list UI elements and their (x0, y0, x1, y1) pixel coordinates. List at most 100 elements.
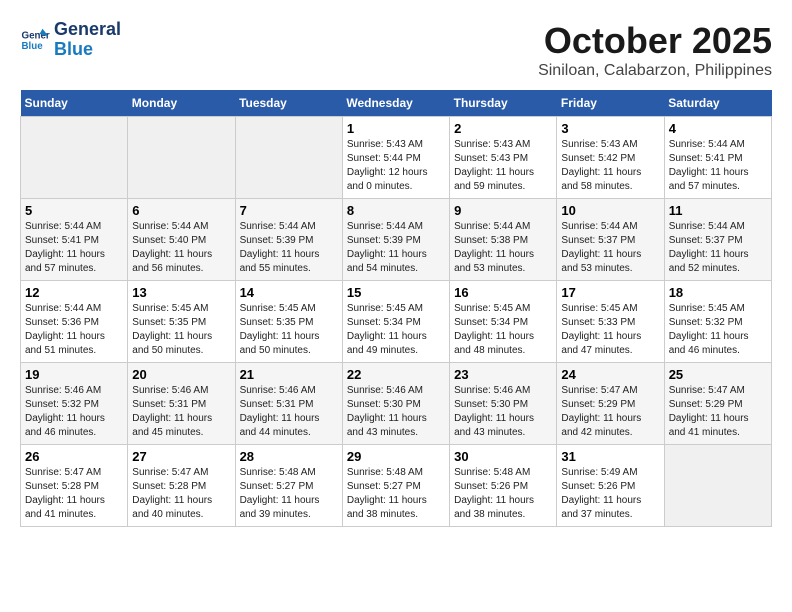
day-number: 28 (240, 449, 338, 464)
cell-info: Sunrise: 5:47 AMSunset: 5:29 PMDaylight:… (669, 384, 767, 440)
calendar-cell: 23 Sunrise: 5:46 AMSunset: 5:30 PMDayligh… (450, 363, 557, 445)
cell-info: Sunrise: 5:46 AMSunset: 5:32 PMDaylight:… (25, 384, 123, 440)
day-number: 14 (240, 285, 338, 300)
cell-info: Sunrise: 5:43 AMSunset: 5:42 PMDaylight:… (561, 138, 659, 194)
calendar-cell: 20 Sunrise: 5:46 AMSunset: 5:31 PMDayligh… (128, 363, 235, 445)
day-number: 19 (25, 367, 123, 382)
day-number: 26 (25, 449, 123, 464)
weekday-header-sunday: Sunday (21, 90, 128, 117)
day-number: 27 (132, 449, 230, 464)
calendar-cell: 28 Sunrise: 5:48 AMSunset: 5:27 PMDayligh… (235, 445, 342, 527)
cell-info: Sunrise: 5:47 AMSunset: 5:29 PMDaylight:… (561, 384, 659, 440)
weekday-header-row: SundayMondayTuesdayWednesdayThursdayFrid… (21, 90, 772, 117)
calendar-table: SundayMondayTuesdayWednesdayThursdayFrid… (20, 90, 772, 527)
logo-text-general: General (54, 20, 121, 40)
calendar-cell: 3 Sunrise: 5:43 AMSunset: 5:42 PMDaylight… (557, 117, 664, 199)
calendar-body: 1Sunrise: 5:43 AMSunset: 5:44 PMDaylight… (21, 117, 772, 527)
calendar-cell: 22Sunrise: 5:46 AMSunset: 5:30 PMDayligh… (342, 363, 449, 445)
calendar-cell (128, 117, 235, 199)
calendar-cell: 15Sunrise: 5:45 AMSunset: 5:34 PMDayligh… (342, 281, 449, 363)
cell-info: Sunrise: 5:44 AMSunset: 5:37 PMDaylight:… (669, 220, 767, 276)
location-title: Siniloan, Calabarzon, Philippines (538, 62, 772, 80)
calendar-cell: 25 Sunrise: 5:47 AMSunset: 5:29 PMDayligh… (664, 363, 771, 445)
week-row-5: 26 Sunrise: 5:47 AMSunset: 5:28 PMDayligh… (21, 445, 772, 527)
cell-info: Sunrise: 5:48 AMSunset: 5:26 PMDaylight:… (454, 466, 552, 522)
day-number: 9 (454, 203, 552, 218)
day-number: 6 (132, 203, 230, 218)
calendar-cell (235, 117, 342, 199)
calendar-cell (21, 117, 128, 199)
day-number: 12 (25, 285, 123, 300)
weekday-header-wednesday: Wednesday (342, 90, 449, 117)
cell-info: Sunrise: 5:44 AMSunset: 5:38 PMDaylight:… (454, 220, 552, 276)
title-section: October 2025 Siniloan, Calabarzon, Phili… (538, 20, 772, 80)
day-number: 16 (454, 285, 552, 300)
day-number: 1 (347, 121, 445, 136)
calendar-cell: 5 Sunrise: 5:44 AMSunset: 5:41 PMDaylight… (21, 199, 128, 281)
calendar-cell: 8 Sunrise: 5:44 AMSunset: 5:39 PMDaylight… (342, 199, 449, 281)
calendar-cell: 27 Sunrise: 5:47 AMSunset: 5:28 PMDayligh… (128, 445, 235, 527)
calendar-cell: 18 Sunrise: 5:45 AMSunset: 5:32 PMDayligh… (664, 281, 771, 363)
svg-text:Blue: Blue (22, 41, 44, 52)
logo: General Blue General Blue (20, 20, 121, 60)
month-title: October 2025 (538, 20, 772, 62)
cell-info: Sunrise: 5:47 AMSunset: 5:28 PMDaylight:… (132, 466, 230, 522)
calendar-cell: 9 Sunrise: 5:44 AMSunset: 5:38 PMDaylight… (450, 199, 557, 281)
calendar-cell: 2 Sunrise: 5:43 AMSunset: 5:43 PMDaylight… (450, 117, 557, 199)
calendar-cell: 11 Sunrise: 5:44 AMSunset: 5:37 PMDayligh… (664, 199, 771, 281)
calendar-cell: 6 Sunrise: 5:44 AMSunset: 5:40 PMDaylight… (128, 199, 235, 281)
day-number: 31 (561, 449, 659, 464)
day-number: 17 (561, 285, 659, 300)
cell-info: Sunrise: 5:45 AMSunset: 5:35 PMDaylight:… (132, 302, 230, 358)
cell-info: Sunrise: 5:44 AMSunset: 5:39 PMDaylight:… (347, 220, 445, 276)
cell-info: Sunrise: 5:43 AMSunset: 5:43 PMDaylight:… (454, 138, 552, 194)
week-row-4: 19 Sunrise: 5:46 AMSunset: 5:32 PMDayligh… (21, 363, 772, 445)
cell-info: Sunrise: 5:48 AMSunset: 5:27 PMDaylight:… (240, 466, 338, 522)
cell-info: Sunrise: 5:48 AMSunset: 5:27 PMDaylight:… (347, 466, 445, 522)
cell-info: Sunrise: 5:46 AMSunset: 5:30 PMDaylight:… (454, 384, 552, 440)
calendar-cell: 7Sunrise: 5:44 AMSunset: 5:39 PMDaylight… (235, 199, 342, 281)
calendar-cell: 26 Sunrise: 5:47 AMSunset: 5:28 PMDayligh… (21, 445, 128, 527)
logo-icon: General Blue (20, 25, 50, 55)
cell-info: Sunrise: 5:44 AMSunset: 5:36 PMDaylight:… (25, 302, 123, 358)
cell-info: Sunrise: 5:45 AMSunset: 5:33 PMDaylight:… (561, 302, 659, 358)
day-number: 21 (240, 367, 338, 382)
cell-info: Sunrise: 5:45 AMSunset: 5:35 PMDaylight:… (240, 302, 338, 358)
week-row-3: 12 Sunrise: 5:44 AMSunset: 5:36 PMDayligh… (21, 281, 772, 363)
day-number: 22 (347, 367, 445, 382)
calendar-cell: 19 Sunrise: 5:46 AMSunset: 5:32 PMDayligh… (21, 363, 128, 445)
weekday-header-thursday: Thursday (450, 90, 557, 117)
cell-info: Sunrise: 5:45 AMSunset: 5:32 PMDaylight:… (669, 302, 767, 358)
cell-info: Sunrise: 5:44 AMSunset: 5:40 PMDaylight:… (132, 220, 230, 276)
week-row-2: 5 Sunrise: 5:44 AMSunset: 5:41 PMDaylight… (21, 199, 772, 281)
logo-text-blue: Blue (54, 40, 121, 60)
day-number: 20 (132, 367, 230, 382)
page-header: General Blue General Blue October 2025 S… (20, 20, 772, 80)
cell-info: Sunrise: 5:44 AMSunset: 5:37 PMDaylight:… (561, 220, 659, 276)
day-number: 8 (347, 203, 445, 218)
day-number: 15 (347, 285, 445, 300)
day-number: 11 (669, 203, 767, 218)
calendar-cell: 10 Sunrise: 5:44 AMSunset: 5:37 PMDayligh… (557, 199, 664, 281)
day-number: 10 (561, 203, 659, 218)
cell-info: Sunrise: 5:45 AMSunset: 5:34 PMDaylight:… (454, 302, 552, 358)
calendar-cell: 31Sunrise: 5:49 AMSunset: 5:26 PMDayligh… (557, 445, 664, 527)
day-number: 3 (561, 121, 659, 136)
cell-info: Sunrise: 5:44 AMSunset: 5:41 PMDaylight:… (25, 220, 123, 276)
day-number: 2 (454, 121, 552, 136)
day-number: 18 (669, 285, 767, 300)
day-number: 25 (669, 367, 767, 382)
day-number: 23 (454, 367, 552, 382)
cell-info: Sunrise: 5:46 AMSunset: 5:31 PMDaylight:… (132, 384, 230, 440)
cell-info: Sunrise: 5:47 AMSunset: 5:28 PMDaylight:… (25, 466, 123, 522)
weekday-header-saturday: Saturday (664, 90, 771, 117)
calendar-cell: 13 Sunrise: 5:45 AMSunset: 5:35 PMDayligh… (128, 281, 235, 363)
calendar-cell: 29Sunrise: 5:48 AMSunset: 5:27 PMDayligh… (342, 445, 449, 527)
day-number: 4 (669, 121, 767, 136)
day-number: 30 (454, 449, 552, 464)
weekday-header-friday: Friday (557, 90, 664, 117)
calendar-cell: 17 Sunrise: 5:45 AMSunset: 5:33 PMDayligh… (557, 281, 664, 363)
day-number: 13 (132, 285, 230, 300)
day-number: 5 (25, 203, 123, 218)
weekday-header-tuesday: Tuesday (235, 90, 342, 117)
